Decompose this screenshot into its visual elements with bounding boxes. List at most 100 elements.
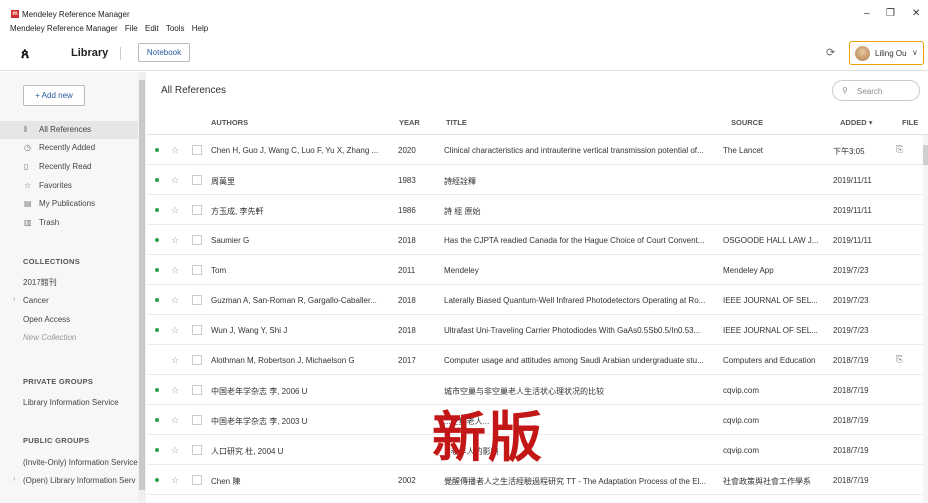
table-row[interactable]: ☆ 方玉成, 李先軒 1986 詩 經 原始 2019/11/11 bbox=[147, 195, 928, 225]
row-checkbox[interactable] bbox=[192, 355, 202, 365]
notebook-button[interactable]: Notebook bbox=[138, 43, 190, 62]
favorite-star-icon[interactable]: ☆ bbox=[171, 385, 179, 396]
sidebar-item-recently-added[interactable]: ◷ Recently Added bbox=[0, 139, 138, 157]
table-row[interactable]: ☆ Saumier G 2018 Has the CJPTA readied Cana… bbox=[147, 225, 928, 255]
row-checkbox[interactable] bbox=[192, 175, 202, 185]
row-checkbox[interactable] bbox=[192, 145, 202, 155]
sidebar-item-trash[interactable]: ▥ Trash bbox=[0, 214, 138, 232]
cell-added: 2018/7/19 bbox=[833, 446, 869, 455]
favorite-star-icon[interactable]: ☆ bbox=[171, 235, 179, 246]
app-header: ጰ Library Notebook ⟳ Liling Ou ∨ bbox=[0, 37, 928, 71]
table-row[interactable]: ☆ Wun J, Wang Y, Shi J 2018 Ultrafast Uni-T… bbox=[147, 315, 928, 345]
collection-item[interactable]: Open Access bbox=[23, 315, 70, 324]
favorite-star-icon[interactable]: ☆ bbox=[171, 205, 179, 216]
favorite-star-icon[interactable]: ☆ bbox=[171, 175, 179, 186]
user-menu-button[interactable]: Liling Ou ∨ bbox=[849, 41, 924, 65]
sidebar-item-favorites[interactable]: ☆ Favorites bbox=[0, 177, 138, 195]
row-checkbox[interactable] bbox=[192, 445, 202, 455]
menu-app[interactable]: Mendeley Reference Manager bbox=[10, 24, 118, 33]
collection-item[interactable]: Cancer bbox=[23, 296, 49, 305]
chevron-right-icon[interactable]: › bbox=[13, 476, 15, 483]
menu-file[interactable]: File bbox=[125, 24, 138, 33]
sidebar: + Add new ⫴ All References ◷ Recently Ad… bbox=[0, 72, 146, 503]
library-title: Library bbox=[71, 47, 109, 59]
cell-authors: 中国老年学杂志 李, 2006 U bbox=[211, 387, 308, 396]
new-collection-button[interactable]: New Collection bbox=[23, 333, 76, 342]
sidebar-item-label: Recently Read bbox=[39, 162, 92, 171]
table-row[interactable]: ☆ Chen H, Guo J, Wang C, Luo F, Yu X, Zha… bbox=[147, 135, 928, 165]
scrollbar-thumb[interactable] bbox=[923, 145, 928, 165]
avatar bbox=[855, 46, 870, 61]
sidebar-item-label: All References bbox=[39, 125, 92, 134]
column-header-authors[interactable]: AUTHORS bbox=[211, 118, 248, 127]
favorite-star-icon[interactable]: ☆ bbox=[171, 145, 179, 156]
publication-icon: ▤ bbox=[24, 199, 32, 208]
unread-indicator-icon bbox=[155, 418, 159, 422]
cell-source: OSGOODE HALL LAW J... bbox=[723, 236, 819, 245]
row-checkbox[interactable] bbox=[192, 385, 202, 395]
row-checkbox[interactable] bbox=[192, 325, 202, 335]
menu-edit[interactable]: Edit bbox=[145, 24, 159, 33]
cell-authors: Saumier G bbox=[211, 236, 250, 245]
group-item[interactable]: (Invite-Only) Information Service bbox=[23, 458, 138, 467]
collection-item[interactable]: 2017館刊 bbox=[23, 277, 57, 288]
user-name: Liling Ou bbox=[875, 49, 907, 58]
menu-tools[interactable]: Tools bbox=[166, 24, 185, 33]
favorite-star-icon[interactable]: ☆ bbox=[171, 475, 179, 486]
column-header-source[interactable]: SOURCE bbox=[731, 118, 763, 127]
sidebar-item-all-references[interactable]: ⫴ All References bbox=[0, 121, 138, 139]
table-scrollbar[interactable] bbox=[923, 135, 928, 503]
favorite-star-icon[interactable]: ☆ bbox=[171, 295, 179, 306]
search-input[interactable]: ⚲ Search bbox=[832, 80, 920, 101]
favorite-star-icon[interactable]: ☆ bbox=[171, 415, 179, 426]
cell-authors: Guzman A, San-Roman R, Gargallo-Caballer… bbox=[211, 296, 377, 305]
row-checkbox[interactable] bbox=[192, 235, 202, 245]
scrollbar-thumb[interactable] bbox=[139, 80, 145, 490]
favorite-star-icon[interactable]: ☆ bbox=[171, 325, 179, 336]
chevron-right-icon[interactable]: › bbox=[13, 296, 15, 303]
favorite-star-icon[interactable]: ☆ bbox=[171, 265, 179, 276]
cell-year: 2017 bbox=[398, 356, 416, 365]
cell-title: 覺醒傳播者人之生活經驗過程研究 TT - The Adaptation Proc… bbox=[444, 477, 706, 486]
cell-title: 詩經詮釋 bbox=[444, 177, 476, 186]
menu-help[interactable]: Help bbox=[192, 24, 208, 33]
row-checkbox[interactable] bbox=[192, 205, 202, 215]
favorite-star-icon[interactable]: ☆ bbox=[171, 355, 179, 366]
pdf-file-icon[interactable]: ⎘ bbox=[896, 144, 903, 155]
table-row[interactable]: ☆ 周萬里 1983 詩經詮釋 2019/11/11 bbox=[147, 165, 928, 195]
sidebar-item-recently-read[interactable]: ▯ Recently Read bbox=[0, 158, 138, 176]
table-row[interactable]: ☆ Guzman A, San-Roman R, Gargallo-Caballe… bbox=[147, 285, 928, 315]
library-icon: ⫴ bbox=[24, 125, 28, 134]
cell-added: 2018/7/19 bbox=[833, 476, 869, 485]
column-header-added[interactable]: ADDED ▾ bbox=[840, 118, 873, 127]
row-checkbox[interactable] bbox=[192, 295, 202, 305]
cell-added: 2019/11/11 bbox=[833, 236, 872, 245]
table-row[interactable]: ☆ Alothman M, Robertson J, Michaelson G 20… bbox=[147, 345, 928, 375]
add-new-button[interactable]: + Add new bbox=[23, 85, 85, 106]
sidebar-item-my-publications[interactable]: ▤ My Publications bbox=[0, 195, 138, 213]
row-checkbox[interactable] bbox=[192, 265, 202, 275]
pdf-file-icon[interactable]: ⎘ bbox=[896, 354, 903, 365]
cell-year: 2020 bbox=[398, 146, 416, 155]
sync-icon[interactable]: ⟳ bbox=[826, 46, 835, 59]
cell-authors: Wun J, Wang Y, Shi J bbox=[211, 326, 288, 335]
group-item[interactable]: (Open) Library Information Serv bbox=[23, 476, 136, 485]
maximize-button[interactable]: ❐ bbox=[886, 8, 895, 19]
menu-bar: Mendeley Reference Manager File Edit Too… bbox=[10, 24, 213, 33]
column-header-year[interactable]: YEAR bbox=[399, 118, 420, 127]
minimize-button[interactable]: – bbox=[864, 8, 870, 19]
column-header-file[interactable]: FILE bbox=[902, 118, 918, 127]
table-row[interactable]: ☆ Tom 2011 Mendeley Mendeley App 2019/7/23 bbox=[147, 255, 928, 285]
sidebar-scrollbar[interactable] bbox=[138, 72, 146, 503]
group-item[interactable]: Library Information Service bbox=[23, 398, 119, 407]
column-header-title[interactable]: TITLE bbox=[446, 118, 467, 127]
cell-title: Ultrafast Uni-Traveling Carrier Photodio… bbox=[444, 326, 701, 335]
chevron-down-icon: ∨ bbox=[912, 48, 918, 57]
row-checkbox[interactable] bbox=[192, 475, 202, 485]
favorite-star-icon[interactable]: ☆ bbox=[171, 445, 179, 456]
clock-icon: ◷ bbox=[24, 143, 31, 152]
close-button[interactable]: ✕ bbox=[912, 8, 920, 19]
header-divider bbox=[120, 47, 121, 60]
cell-source: IEEE JOURNAL OF SEL... bbox=[723, 296, 818, 305]
row-checkbox[interactable] bbox=[192, 415, 202, 425]
